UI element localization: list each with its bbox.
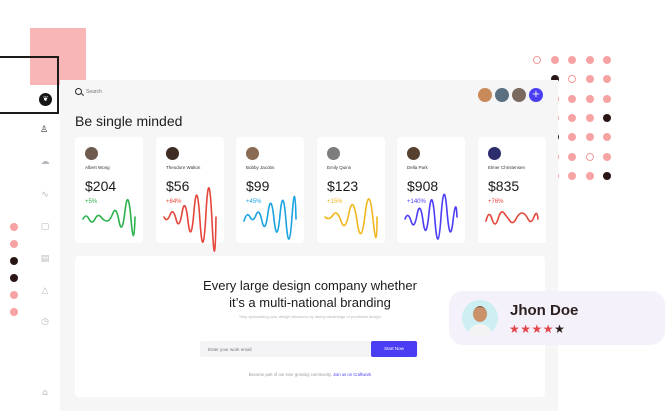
stat-card[interactable]: Bobby Jacobs $99 +45% xyxy=(236,137,304,243)
sparkline xyxy=(324,198,378,239)
dot-decoration xyxy=(585,133,594,142)
card-name: Della Park xyxy=(407,165,428,170)
dot-decoration xyxy=(603,56,611,64)
avatar[interactable] xyxy=(478,88,492,102)
rating-stars: ★★★★★ xyxy=(509,322,565,336)
avatar xyxy=(488,147,501,160)
avatar xyxy=(407,147,420,160)
dot-decoration xyxy=(603,171,611,180)
start-now-button[interactable]: Start Now xyxy=(371,341,417,357)
dot-decoration xyxy=(10,257,18,265)
cta-footer: Become part of our ever growing communit… xyxy=(75,372,545,377)
dot-decoration xyxy=(568,133,576,142)
dot-decoration xyxy=(568,94,576,103)
avatar xyxy=(327,147,340,160)
bell-icon[interactable]: △ xyxy=(40,286,50,296)
card-amount: $123 xyxy=(327,178,359,194)
card-name: Bobby Jacobs xyxy=(246,165,275,170)
profile-name: Jhon Doe xyxy=(510,302,579,319)
dot-decoration xyxy=(603,94,611,103)
search-bar xyxy=(75,88,186,95)
star-filled-icon: ★ xyxy=(520,322,532,336)
stat-card[interactable]: Elmer Christensen $835 +76% xyxy=(478,137,546,243)
dot-decoration xyxy=(585,171,594,180)
dot-decoration xyxy=(585,94,594,103)
card-amount: $908 xyxy=(407,178,439,194)
calendar-icon[interactable]: ▤ xyxy=(40,254,50,264)
home-icon[interactable]: ⌂ xyxy=(40,388,50,398)
star-empty-icon: ★ xyxy=(554,322,566,336)
dot-decoration xyxy=(568,152,576,161)
dot-decoration xyxy=(10,274,18,282)
card-amount: $56 xyxy=(166,178,190,194)
stat-card[interactable]: Emily Quinn $123 +15% xyxy=(317,137,385,243)
cta-footer-text: Become part of our ever growing communit… xyxy=(248,372,332,377)
card-change: +84% xyxy=(166,199,182,205)
dot-decoration xyxy=(10,240,18,248)
stage: ❦ ♙ ☁ ∿ ▢ ▤ △ ◷ ⌂ + Be single minded Alb… xyxy=(0,0,667,411)
dot-decoration xyxy=(10,223,18,231)
dot-decoration xyxy=(585,152,594,161)
activity-icon[interactable]: ∿ xyxy=(40,190,50,200)
card-change: +15% xyxy=(327,199,343,205)
dot-decoration xyxy=(568,113,576,122)
join-link[interactable]: Join us on Craftwork xyxy=(333,372,371,377)
clock-icon[interactable]: ◷ xyxy=(40,317,50,327)
card-change: +76% xyxy=(488,199,504,205)
page-title: Be single minded xyxy=(75,113,183,129)
dot-decoration xyxy=(585,56,594,64)
dot-decoration xyxy=(603,113,611,122)
search-icon[interactable] xyxy=(75,88,82,95)
avatar xyxy=(166,147,179,160)
card-amount: $835 xyxy=(488,178,520,194)
card-name: Albert Wong xyxy=(85,165,110,170)
card-change: +5% xyxy=(85,199,98,205)
dot-decoration xyxy=(550,56,559,64)
dot-decoration xyxy=(568,56,576,64)
plus-icon[interactable]: + xyxy=(529,88,543,102)
dot-decoration xyxy=(603,75,611,84)
avatar xyxy=(85,147,98,160)
sparkline xyxy=(485,211,539,225)
top-avatars: + xyxy=(478,88,543,102)
dot-decoration xyxy=(568,171,576,180)
sparkline xyxy=(243,195,297,240)
card-change: +140% xyxy=(407,199,426,205)
dot-decoration xyxy=(585,113,594,122)
card-amount: $204 xyxy=(85,178,117,194)
dot-decoration xyxy=(10,308,18,316)
dot-decoration xyxy=(568,75,576,84)
search-input[interactable] xyxy=(86,88,186,95)
dot-decoration xyxy=(603,152,611,161)
avatar[interactable] xyxy=(512,88,526,102)
dot-decoration xyxy=(585,75,594,84)
dot-decoration xyxy=(533,56,541,64)
stat-card[interactable]: Theodore Walton $56 +84% xyxy=(156,137,224,252)
star-filled-icon: ★ xyxy=(531,322,543,336)
card-amount: $99 xyxy=(246,178,270,194)
profile-card: Jhon Doe ★★★★★ xyxy=(449,291,665,345)
dot-decoration xyxy=(10,291,18,299)
star-filled-icon: ★ xyxy=(542,322,555,336)
stat-card[interactable]: Albert Wong $204 +5% xyxy=(75,137,143,243)
sidebar: ☁ ∿ ▢ ▤ △ ◷ ⌂ xyxy=(30,90,60,411)
dot-decoration xyxy=(603,133,611,142)
cloud-icon[interactable]: ☁ xyxy=(40,157,50,167)
stat-card[interactable]: Della Park $908 +140% xyxy=(397,137,465,243)
card-name: Emily Quinn xyxy=(327,165,352,170)
avatar xyxy=(246,147,259,160)
card-name: Elmer Christensen xyxy=(488,165,526,170)
message-icon[interactable]: ▢ xyxy=(40,222,50,232)
card-change: +45% xyxy=(246,199,262,205)
sparkline xyxy=(163,187,217,252)
avatar[interactable] xyxy=(495,88,509,102)
avatar xyxy=(462,300,498,336)
sparkline xyxy=(82,199,136,237)
star-filled-icon: ★ xyxy=(509,322,521,336)
card-name: Theodore Walton xyxy=(166,165,201,170)
sparkline xyxy=(404,193,458,240)
